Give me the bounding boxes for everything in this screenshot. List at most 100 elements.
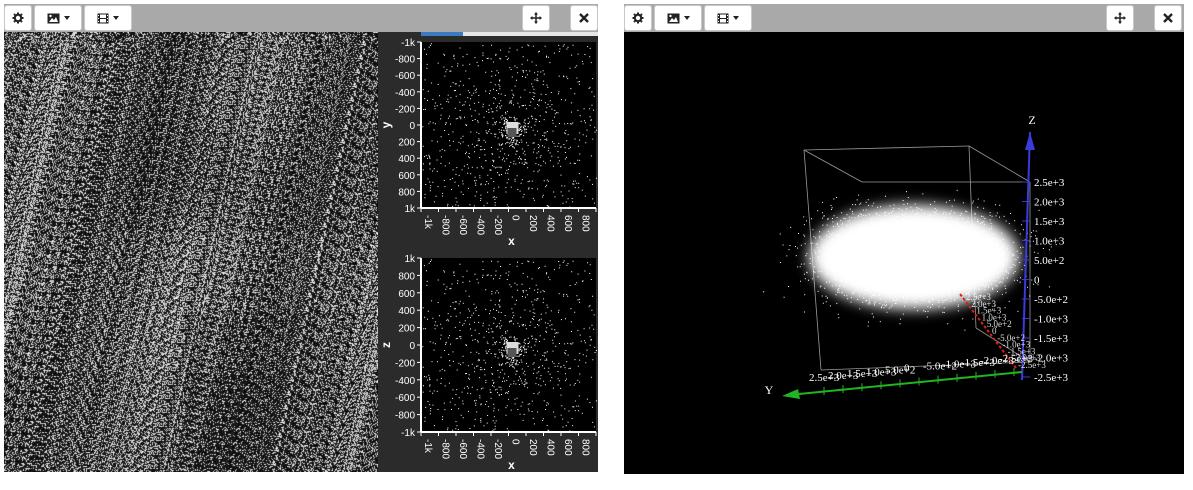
x-tick-label: 400	[545, 215, 556, 232]
x-tick-label: -1k	[422, 439, 433, 454]
xy-projection-plot[interactable]: -1k -800 -600 -400 -200 0 200 400 600 800 1k -1k -80…	[378, 38, 598, 248]
x-tick-label: 0	[510, 215, 521, 221]
move-icon	[1114, 12, 1126, 24]
right-3d-viewport[interactable]: Z 2.5e+3 2.0e+3 1.5e+3 1.0e+3 5.0e+2 0 -5.0e+2-…	[624, 32, 1184, 474]
y-tick-label: -600	[395, 393, 415, 404]
microscope-image-canvas[interactable]	[4, 32, 378, 472]
right-image-menu-button[interactable]	[654, 5, 702, 31]
left-viewport[interactable]: -1k -800 -600 -400 -200 0 200 400 600 800 1k -1k -80…	[4, 32, 598, 472]
right-film-menu-button[interactable]	[704, 5, 752, 31]
bounding-box-edge	[968, 145, 1031, 183]
z-tick-label: 2.5e+3	[1034, 177, 1065, 189]
x-tick-label: 800	[580, 439, 591, 456]
x-tick-label: 5.0e+2	[987, 319, 1012, 329]
z-tick-label: 1.5e+3	[1034, 216, 1065, 228]
x-tick-label: -1k	[422, 215, 433, 230]
left-close-button[interactable]	[570, 5, 598, 31]
y-axis-label: z	[379, 342, 393, 348]
gear-icon	[12, 12, 24, 24]
y-tick-label: -400	[395, 376, 415, 387]
y-tick-label: -2.5e+3	[999, 353, 1033, 365]
left-toolbar	[4, 4, 598, 32]
close-icon	[579, 13, 589, 23]
y-tick-label: 0	[409, 121, 415, 132]
y-tick-label: 800	[398, 187, 415, 198]
left-film-menu-button[interactable]	[84, 5, 132, 31]
film-icon	[97, 13, 109, 23]
film-icon	[717, 13, 729, 23]
center-marker-shadow	[507, 128, 517, 137]
xz-projection-svg[interactable]: 1k 800 600 400 200 0 -200 -400 -600 -800 -1k -1k -80…	[378, 254, 598, 472]
y-tick-label: -1k	[401, 428, 416, 439]
chevron-down-icon	[113, 16, 119, 20]
right-settings-button[interactable]	[624, 5, 652, 31]
left-settings-button[interactable]	[4, 5, 32, 31]
x-tick-label: 0	[510, 439, 521, 445]
x-axis-label: x	[508, 458, 515, 472]
z-tick-label: -1.5e+3	[1034, 333, 1068, 345]
y-tick-label: 0	[904, 363, 910, 375]
chevron-down-icon	[683, 16, 690, 20]
right-close-button[interactable]	[1154, 5, 1182, 31]
x-tick-label: 400	[545, 439, 556, 456]
loading-progress-fill	[421, 32, 464, 36]
x-tick-label: -600	[457, 439, 468, 459]
y-tick-label: 400	[398, 154, 415, 165]
right-viewer-panel: Z 2.5e+3 2.0e+3 1.5e+3 1.0e+3 5.0e+2 0 -5.0e+2-…	[624, 4, 1184, 474]
z-tick-label: 1.0e+3	[1034, 236, 1065, 248]
y-tick-label: -800	[395, 411, 415, 422]
x-tick-label: 200	[527, 439, 538, 456]
xz-projection-plot[interactable]: 1k 800 600 400 200 0 -200 -400 -600 -800 -1k -1k -80…	[378, 254, 598, 472]
left-image-menu-button[interactable]	[34, 5, 82, 31]
y-tick-label: 5.0e+2	[885, 364, 915, 376]
z-tick-label: 5.0e+2	[1034, 255, 1064, 267]
y-tick-label: 200	[398, 324, 415, 335]
y-tick-label: -1k	[401, 38, 416, 49]
bounding-box-edge	[803, 145, 970, 151]
x-tick-label: -200	[492, 439, 503, 459]
x-tick-label: -400	[475, 215, 486, 235]
gear-icon	[632, 12, 644, 24]
right-move-button[interactable]	[1106, 5, 1134, 31]
y-tick-label: -600	[395, 71, 415, 82]
bounding-box-edge	[803, 149, 863, 183]
x-tick-label: 200	[527, 215, 538, 232]
x-tick-label: 600	[562, 215, 573, 232]
y-tick-label: 0	[409, 341, 415, 352]
y-tick-label: -200	[395, 358, 415, 369]
projection-side-area: -1k -800 -600 -400 -200 0 200 400 600 800 1k -1k -80…	[378, 32, 598, 472]
xy-projection-svg[interactable]: -1k -800 -600 -400 -200 0 200 400 600 800 1k -1k -80…	[378, 38, 598, 248]
close-icon	[1163, 13, 1173, 23]
x-tick-label: 1k	[597, 215, 598, 227]
loading-progress-bar	[421, 32, 598, 36]
x-tick-label: -200	[492, 215, 503, 235]
y-axis-label: y	[379, 121, 393, 128]
left-move-button[interactable]	[522, 5, 550, 31]
z-axis-label: Z	[1028, 113, 1035, 127]
right-toolbar	[624, 4, 1184, 32]
left-viewer-panel: -1k -800 -600 -400 -200 0 200 400 600 800 1k -1k -80…	[4, 4, 598, 472]
x-axis-label: x	[508, 234, 515, 248]
y-tick-label: 200	[398, 138, 415, 149]
chevron-down-icon	[733, 16, 739, 20]
y-tick-label: 1k	[404, 254, 416, 265]
x-tick-label: 1k	[597, 439, 598, 451]
x-tick-label: 600	[562, 439, 573, 456]
y-tick-label: 800	[398, 271, 415, 282]
chevron-down-icon	[63, 16, 70, 20]
y-tick-label: -200	[395, 104, 415, 115]
x-tick-label: -600	[457, 215, 468, 235]
center-marker-shadow	[507, 348, 517, 357]
y-axis-arrow	[782, 389, 800, 399]
3d-scatter-plot[interactable]: Z2.5e+32.0e+31.5e+31.0e+35.0e+20-5.0e+2-…	[624, 32, 1184, 474]
y-tick-label: -400	[395, 88, 415, 99]
z-tick-label: 2.0e+3	[1034, 197, 1065, 209]
x-tick-label: 800	[580, 215, 591, 232]
z-axis-arrow	[1025, 132, 1035, 150]
y-tick-label: 600	[398, 289, 415, 300]
x-tick-label: -800	[440, 215, 451, 235]
y-tick-label: -800	[395, 55, 415, 66]
y-tick-label: 1k	[404, 204, 416, 215]
y-axis-label: Y	[765, 383, 774, 397]
move-icon	[530, 12, 542, 24]
